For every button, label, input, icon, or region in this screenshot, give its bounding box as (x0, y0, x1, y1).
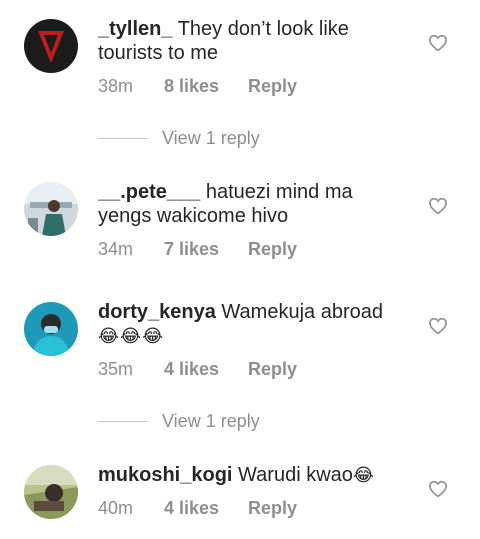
comment-username[interactable]: __.pete___ (98, 181, 200, 203)
comment-body: Warudi kwao (238, 464, 353, 486)
comment-text: dorty_kenya Wamekuja abroad 😂😂😂 (98, 300, 408, 348)
laughing-emoji: 😂 (352, 465, 375, 485)
avatar[interactable] (24, 182, 78, 236)
avatar[interactable] (24, 302, 78, 356)
comment-meta: 35m 4 likes Reply (98, 359, 297, 380)
avatar[interactable] (24, 465, 78, 519)
comment-username[interactable]: _tyllen_ (98, 18, 172, 40)
comment-body: Wamekuja abroad (221, 301, 383, 323)
view-replies-button[interactable]: View 1 reply (98, 409, 260, 433)
comment-username[interactable]: mukoshi_kogi (98, 464, 232, 486)
reply-button[interactable]: Reply (248, 498, 297, 519)
comment-likes[interactable]: 4 likes (164, 359, 248, 380)
view-replies-button[interactable]: View 1 reply (98, 126, 260, 150)
comment-likes[interactable]: 7 likes (164, 239, 248, 260)
comment-username[interactable]: dorty_kenya (98, 301, 216, 323)
comment-time: 34m (98, 239, 134, 259)
comment-meta: 38m 8 likes Reply (98, 76, 297, 97)
divider (98, 420, 148, 422)
heart-outline-icon[interactable] (428, 480, 448, 498)
comment-time: 40m (98, 498, 134, 518)
heart-outline-icon[interactable] (428, 317, 448, 335)
comment-meta: 34m 7 likes Reply (98, 239, 297, 260)
heart-outline-icon[interactable] (428, 197, 448, 215)
reply-button[interactable]: Reply (248, 239, 297, 260)
comment-likes[interactable]: 8 likes (164, 76, 248, 97)
heart-outline-icon[interactable] (428, 34, 448, 52)
divider (98, 137, 148, 139)
comment-text: _tyllen_ They don’t look like tourists t… (98, 17, 408, 65)
comment-text: __.pete___ hatuezi mind ma yengs wakicom… (98, 180, 408, 228)
comment-likes[interactable]: 4 likes (164, 498, 248, 519)
comment-meta: 40m 4 likes Reply (98, 498, 297, 519)
laughing-emoji: 😂😂😂 (98, 326, 165, 346)
view-replies-label: View 1 reply (162, 127, 260, 148)
comment-time: 35m (98, 359, 134, 379)
reply-button[interactable]: Reply (248, 76, 297, 97)
view-replies-label: View 1 reply (162, 410, 260, 431)
reply-button[interactable]: Reply (248, 359, 297, 380)
comment-time: 38m (98, 76, 134, 96)
comment-text: mukoshi_kogi Warudi kwao😂 (98, 463, 408, 487)
avatar[interactable] (24, 19, 78, 73)
